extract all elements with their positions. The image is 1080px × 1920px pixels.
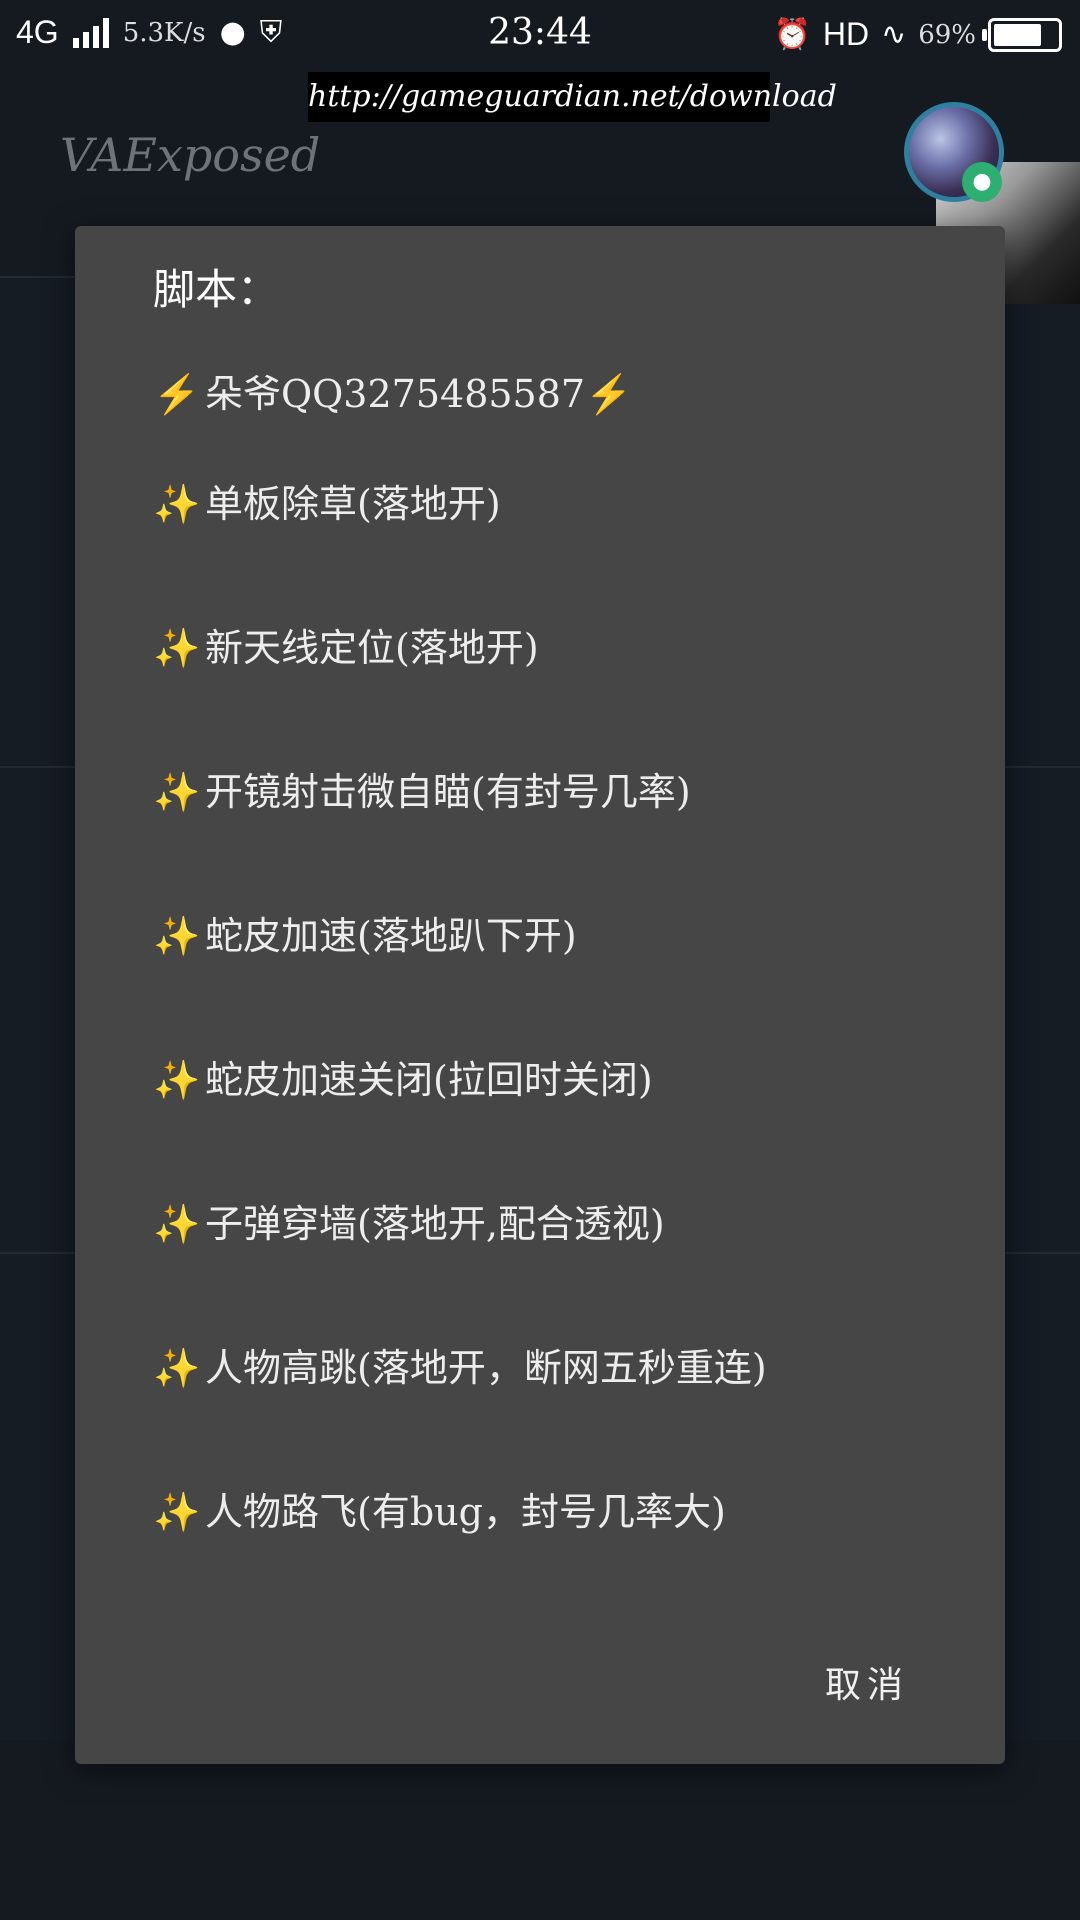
script-item[interactable]: ✨ 人物路飞(有bug，封号几率大)	[153, 1484, 983, 1628]
script-item[interactable]: ✨ 子弹穿墙(落地开,配合透视)	[153, 1196, 983, 1340]
sparkles-icon: ✨	[153, 1058, 201, 1102]
list-item-label: 蛇皮加速(落地趴下开)	[205, 914, 577, 958]
script-dialog: 脚本： ⚡ 朵爷QQ3275485587⚡ ✨ 单板除草(落地开) ✨ 新天线定位(落…	[75, 226, 1005, 1764]
cancel-button[interactable]: 取消	[825, 1656, 909, 1708]
battery-fill	[994, 23, 1041, 46]
dialog-title: 脚本：	[153, 265, 280, 314]
script-list: ⚡ 朵爷QQ3275485587⚡ ✨ 单板除草(落地开) ✨ 新天线定位(落地开) …	[153, 366, 983, 1628]
status-right: ⏰ HD ∿ 69%	[773, 16, 1062, 53]
list-item-label: 单板除草(落地开)	[205, 482, 501, 526]
sparkles-icon: ✨	[153, 1202, 201, 1246]
alarm-icon: ⏰	[773, 17, 811, 52]
list-item-label: 人物高跳(落地开，断网五秒重连)	[205, 1346, 767, 1390]
lightning-icon: ⚡	[153, 372, 201, 416]
sparkles-icon: ✨	[153, 770, 201, 814]
script-item[interactable]: ✨ 蛇皮加速(落地趴下开)	[153, 908, 983, 1052]
list-item-label: 开镜射击微自瞄(有封号几率)	[205, 770, 691, 814]
sparkles-icon: ✨	[153, 1346, 201, 1390]
script-item[interactable]: ✨ 开镜射击微自瞄(有封号几率)	[153, 764, 983, 908]
list-item-label: 蛇皮加速关闭(拉回时关闭)	[205, 1058, 653, 1102]
script-item[interactable]: ✨ 蛇皮加速关闭(拉回时关闭)	[153, 1052, 983, 1196]
script-item[interactable]: ✨ 单板除草(落地开)	[153, 476, 983, 620]
hd-indicator: HD	[822, 16, 870, 52]
list-item-label: 新天线定位(落地开)	[205, 626, 539, 670]
list-item-label: 子弹穿墙(落地开,配合透视)	[205, 1202, 665, 1246]
url-banner: http://gameguardian.net/download	[308, 72, 837, 122]
wifi-icon: ∿	[881, 17, 907, 52]
list-item-label: 人物路飞(有bug，封号几率大)	[205, 1490, 726, 1534]
sparkles-icon: ✨	[153, 914, 201, 958]
battery-percent: 69%	[918, 19, 976, 50]
list-item-label: 朵爷QQ3275485587	[205, 372, 586, 416]
battery-icon	[982, 17, 1062, 52]
app-title: VAExposed	[60, 128, 321, 182]
sparkles-icon: ✨	[153, 482, 201, 526]
sparkles-icon: ✨	[153, 626, 201, 670]
sparkles-icon: ✨	[153, 1490, 201, 1534]
microphone-icon[interactable]: ●	[962, 162, 1002, 202]
script-item[interactable]: ✨ 新天线定位(落地开)	[153, 620, 983, 764]
script-item-author[interactable]: ⚡ 朵爷QQ3275485587⚡	[153, 366, 983, 476]
status-bar: 4G 5.3K/s ● ⛨ 23:44 ⏰ HD ∿ 69%	[0, 0, 1080, 70]
lightning-icon: ⚡	[585, 372, 633, 416]
script-item[interactable]: ✨ 人物高跳(落地开，断网五秒重连)	[153, 1340, 983, 1484]
